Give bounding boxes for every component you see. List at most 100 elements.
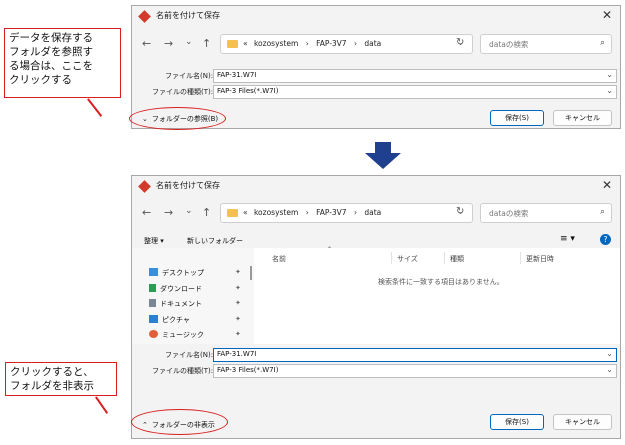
search-input[interactable]: dataの検索	[489, 39, 528, 50]
up-icon[interactable]: ↑	[202, 206, 211, 219]
save-button[interactable]: 保存(S)	[490, 414, 544, 430]
close-icon[interactable]: ✕	[602, 178, 612, 192]
app-icon	[138, 180, 151, 193]
sidebar-item-label: ミュージック	[162, 331, 204, 339]
pin-icon[interactable]: ✦	[235, 268, 241, 276]
breadcrumb-item[interactable]: FAP-3V7	[316, 39, 347, 48]
app-icon	[138, 10, 151, 23]
column-name[interactable]: 名前	[272, 254, 286, 264]
column-divider	[444, 252, 445, 264]
callout-leader	[87, 98, 103, 117]
close-icon[interactable]: ✕	[602, 8, 612, 22]
search-box[interactable]: dataの検索 ⌕	[480, 203, 612, 223]
filetype-value[interactable]: FAP-3 Files(*.W7I)	[217, 366, 278, 374]
folder-icon	[227, 209, 238, 217]
sidebar-item-label: ピクチャ	[162, 316, 190, 324]
search-input[interactable]: dataの検索	[489, 208, 528, 219]
callout-line: クリックすると、	[10, 366, 94, 378]
chevron-down-icon[interactable]: ⌄	[606, 86, 613, 95]
filetype-label: ファイルの種類(T):	[152, 88, 214, 96]
breadcrumb-item[interactable]: data	[364, 39, 381, 48]
filetype-value[interactable]: FAP-3 Files(*.W7I)	[217, 87, 278, 95]
breadcrumb-item[interactable]: FAP-3V7	[316, 208, 347, 217]
callout-line: データを保存する	[9, 32, 93, 44]
organize-menu[interactable]: 整理 ▾	[144, 236, 164, 246]
dialog-title: 名前を付けて保存	[156, 181, 220, 190]
address-bar[interactable]: « kozosystem › FAP-3V7 › data ⌄	[220, 34, 473, 54]
breadcrumb-sep: ›	[305, 208, 309, 217]
column-size[interactable]: サイズ	[397, 254, 418, 264]
breadcrumb: « kozosystem › FAP-3V7 › data	[243, 39, 381, 48]
chevron-down-icon[interactable]: ⌄	[185, 37, 193, 47]
filename-value[interactable]: FAP-31.W7I	[217, 350, 256, 358]
search-icon[interactable]: ⌕	[600, 207, 605, 217]
callout-leader	[95, 396, 109, 414]
refresh-icon[interactable]: ↻	[456, 206, 464, 217]
title-bar: 名前を付けて保存 ✕	[132, 6, 620, 28]
forward-icon[interactable]: →	[164, 37, 173, 50]
filetype-label: ファイルの種類(T):	[152, 367, 214, 375]
highlight-ellipse	[129, 107, 226, 130]
filename-field[interactable]: FAP-31.W7I ⌄	[213, 348, 617, 362]
breadcrumb-item[interactable]: kozosystem	[254, 208, 298, 217]
dialog-title: 名前を付けて保存	[156, 11, 220, 20]
back-icon[interactable]: ←	[142, 37, 151, 50]
sidebar-item-label: デスクトップ	[162, 269, 204, 277]
breadcrumb-item[interactable]: data	[364, 208, 381, 217]
address-bar[interactable]: « kozosystem › FAP-3V7 › data ⌄	[220, 203, 473, 223]
filename-field[interactable]: FAP-31.W7I ⌄	[213, 69, 617, 83]
refresh-icon[interactable]: ↻	[456, 37, 464, 48]
music-icon	[149, 330, 158, 338]
pin-icon[interactable]: ✦	[235, 330, 241, 338]
callout-browse: データを保存する フォルダを参照す る場合は、ここを クリックする	[4, 28, 121, 98]
download-icon	[149, 284, 156, 292]
filename-value[interactable]: FAP-31.W7I	[217, 71, 256, 79]
filetype-select[interactable]: FAP-3 Files(*.W7I) ⌄	[213, 364, 617, 378]
sidebar-item-documents[interactable]: ドキュメント	[149, 299, 202, 309]
callout-line: る場合は、ここを	[9, 60, 93, 72]
cancel-button[interactable]: キャンセル	[553, 110, 612, 126]
chevron-down-icon[interactable]: ⌄	[606, 365, 613, 374]
pin-icon[interactable]: ✦	[235, 284, 241, 292]
help-icon[interactable]: ?	[600, 234, 611, 245]
picture-icon	[149, 315, 158, 323]
save-dialog-expanded: 名前を付けて保存 ✕ ← → ⌄ ↑ « kozosystem › FAP-3V…	[131, 175, 621, 439]
breadcrumb: « kozosystem › FAP-3V7 › data	[243, 208, 381, 217]
sidebar-item-label: ダウンロード	[160, 285, 202, 293]
highlight-ellipse	[131, 409, 228, 435]
view-menu-icon[interactable]: ≡ ▾	[560, 234, 575, 244]
breadcrumb-item[interactable]: kozosystem	[254, 39, 298, 48]
chevron-down-icon[interactable]: ⌄	[185, 206, 193, 216]
sidebar-item-music[interactable]: ミュージック	[149, 330, 204, 340]
breadcrumb-overflow[interactable]: «	[243, 39, 248, 48]
save-button[interactable]: 保存(S)	[490, 110, 544, 126]
column-divider	[520, 252, 521, 264]
search-box[interactable]: dataの検索 ⌕	[480, 34, 612, 54]
column-modified[interactable]: 更新日時	[526, 254, 554, 264]
sidebar-item-desktop[interactable]: デスクトップ	[149, 268, 204, 278]
folder-icon	[227, 40, 238, 48]
column-type[interactable]: 種類	[450, 254, 464, 264]
nav-scrollbar[interactable]	[250, 266, 252, 280]
breadcrumb-overflow[interactable]: «	[243, 208, 248, 217]
back-icon[interactable]: ←	[142, 206, 151, 219]
search-icon[interactable]: ⌕	[600, 38, 605, 48]
sidebar-item-pictures[interactable]: ピクチャ	[149, 315, 190, 325]
forward-icon[interactable]: →	[164, 206, 173, 219]
sort-indicator-icon: ⌃	[327, 246, 333, 253]
breadcrumb-sep: ›	[353, 208, 357, 217]
callout-line: クリックする	[9, 74, 72, 86]
document-icon	[149, 299, 156, 307]
pin-icon[interactable]: ✦	[235, 315, 241, 323]
down-arrow-icon	[365, 142, 401, 169]
filetype-select[interactable]: FAP-3 Files(*.W7I) ⌄	[213, 85, 617, 99]
desktop-icon	[149, 268, 158, 276]
chevron-down-icon[interactable]: ⌄	[606, 349, 613, 358]
chevron-down-icon[interactable]: ⌄	[606, 70, 613, 79]
pin-icon[interactable]: ✦	[235, 299, 241, 307]
sidebar-item-downloads[interactable]: ダウンロード	[149, 284, 202, 294]
breadcrumb-sep: ›	[353, 39, 357, 48]
cancel-button[interactable]: キャンセル	[553, 414, 612, 430]
new-folder-button[interactable]: 新しいフォルダー	[187, 236, 243, 246]
up-icon[interactable]: ↑	[202, 37, 211, 50]
